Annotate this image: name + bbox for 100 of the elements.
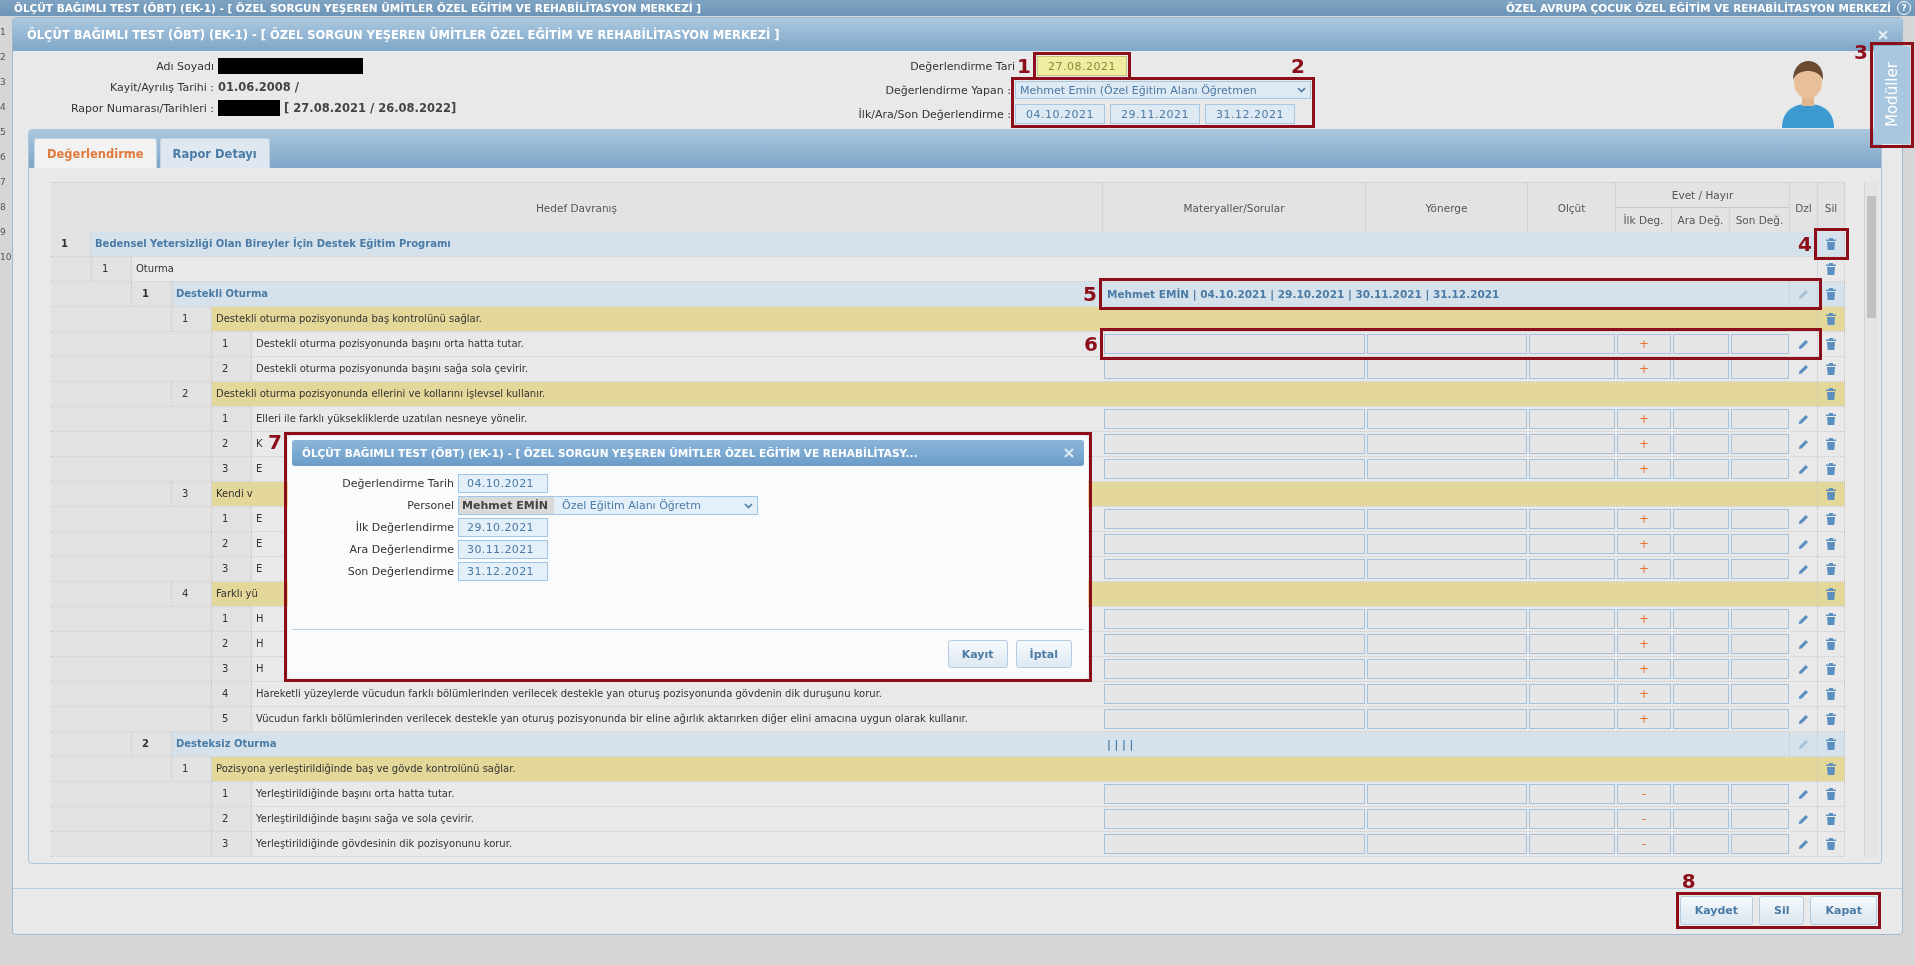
input-field[interactable]	[1367, 334, 1527, 354]
input-field[interactable]	[1104, 509, 1365, 529]
input-field[interactable]	[1367, 684, 1527, 704]
pencil-icon[interactable]	[1798, 463, 1809, 475]
input-field[interactable]	[1367, 434, 1527, 454]
input-field[interactable]	[1529, 684, 1615, 704]
pencil-icon[interactable]	[1798, 713, 1809, 725]
input-field[interactable]	[1529, 634, 1615, 654]
personnel-select[interactable]: Mehmet EMİN Özel Eğitim Alanı Öğretm	[458, 496, 758, 515]
trash-icon[interactable]	[1826, 738, 1836, 750]
scrollbar-thumb[interactable]	[1867, 196, 1876, 318]
pencil-icon[interactable]	[1798, 538, 1809, 550]
date-field[interactable]: 27.08.2021	[1037, 56, 1127, 76]
input-field[interactable]	[1673, 509, 1729, 529]
input-field[interactable]	[1731, 609, 1789, 629]
trash-icon[interactable]	[1826, 713, 1836, 725]
input-field[interactable]	[1731, 659, 1789, 679]
input-field[interactable]	[1529, 834, 1615, 854]
input-field[interactable]	[1529, 434, 1615, 454]
trash-icon[interactable]	[1826, 613, 1836, 625]
answer-toggle[interactable]: +	[1617, 409, 1671, 429]
input-field[interactable]	[1367, 709, 1527, 729]
input-field[interactable]	[1529, 359, 1615, 379]
trash-icon[interactable]	[1826, 538, 1836, 550]
input-field[interactable]	[1529, 509, 1615, 529]
input-field[interactable]	[1104, 684, 1365, 704]
input-field[interactable]	[1367, 559, 1527, 579]
trash-icon[interactable]	[1826, 438, 1836, 450]
input-field[interactable]	[1673, 434, 1729, 454]
input-field[interactable]	[1367, 359, 1527, 379]
input-field[interactable]	[1104, 709, 1365, 729]
input-field[interactable]	[1529, 334, 1615, 354]
pencil-icon[interactable]	[1798, 638, 1809, 650]
input-field[interactable]	[1731, 809, 1789, 829]
answer-toggle[interactable]: -	[1617, 784, 1671, 804]
answer-toggle[interactable]: +	[1617, 634, 1671, 654]
pencil-icon[interactable]	[1798, 513, 1809, 525]
trash-icon[interactable]	[1826, 688, 1836, 700]
trash-icon[interactable]	[1826, 813, 1836, 825]
tab[interactable]: Değerlendirme	[34, 138, 157, 168]
answer-toggle[interactable]: +	[1617, 334, 1671, 354]
trash-icon[interactable]	[1826, 788, 1836, 800]
answer-toggle[interactable]: +	[1617, 434, 1671, 454]
input-field[interactable]	[1104, 434, 1365, 454]
trash-icon[interactable]	[1826, 263, 1836, 275]
trash-icon[interactable]	[1826, 463, 1836, 475]
answer-toggle[interactable]: +	[1617, 559, 1671, 579]
date-field[interactable]: 29.10.2021	[458, 518, 548, 537]
answer-toggle[interactable]: -	[1617, 809, 1671, 829]
trash-icon[interactable]	[1826, 413, 1836, 425]
input-field[interactable]	[1731, 784, 1789, 804]
trash-icon[interactable]	[1826, 763, 1836, 775]
input-field[interactable]	[1529, 609, 1615, 629]
answer-toggle[interactable]: +	[1617, 509, 1671, 529]
pencil-icon[interactable]	[1798, 413, 1809, 425]
input-field[interactable]	[1367, 834, 1527, 854]
input-field[interactable]	[1673, 609, 1729, 629]
input-field[interactable]	[1104, 334, 1365, 354]
input-field[interactable]	[1529, 709, 1615, 729]
input-field[interactable]	[1673, 534, 1729, 554]
trash-icon[interactable]	[1826, 513, 1836, 525]
pencil-icon[interactable]	[1798, 363, 1809, 375]
input-field[interactable]	[1104, 784, 1365, 804]
pencil-icon[interactable]	[1798, 788, 1809, 800]
input-field[interactable]	[1367, 809, 1527, 829]
input-field[interactable]	[1104, 809, 1365, 829]
input-field[interactable]	[1104, 359, 1365, 379]
date-field[interactable]: 31.12.2021	[1204, 104, 1295, 124]
input-field[interactable]	[1673, 809, 1729, 829]
answer-toggle[interactable]: +	[1617, 534, 1671, 554]
input-field[interactable]	[1104, 459, 1365, 479]
evaluator-select[interactable]: Mehmet Emin (Özel Eğitim Alanı Öğretmen	[1015, 81, 1311, 99]
trash-icon[interactable]	[1826, 313, 1836, 325]
answer-toggle[interactable]: +	[1617, 659, 1671, 679]
input-field[interactable]	[1673, 409, 1729, 429]
trash-icon[interactable]	[1826, 488, 1836, 500]
pencil-icon[interactable]	[1798, 738, 1809, 750]
input-field[interactable]	[1529, 784, 1615, 804]
pencil-icon[interactable]	[1798, 663, 1809, 675]
date-field[interactable]: 29.11.2021	[1110, 104, 1200, 124]
trash-icon[interactable]	[1826, 663, 1836, 675]
trash-icon[interactable]	[1826, 563, 1836, 575]
input-field[interactable]	[1731, 434, 1789, 454]
trash-icon[interactable]	[1826, 363, 1836, 375]
input-field[interactable]	[1529, 559, 1615, 579]
input-field[interactable]	[1731, 509, 1789, 529]
answer-toggle[interactable]: +	[1617, 359, 1671, 379]
answer-toggle[interactable]: -	[1617, 834, 1671, 854]
input-field[interactable]	[1731, 634, 1789, 654]
modules-tab[interactable]: Modüller	[1874, 46, 1910, 144]
input-field[interactable]	[1529, 409, 1615, 429]
pencil-icon[interactable]	[1798, 613, 1809, 625]
answer-toggle[interactable]: +	[1617, 609, 1671, 629]
input-field[interactable]	[1367, 509, 1527, 529]
input-field[interactable]	[1673, 559, 1729, 579]
input-field[interactable]	[1529, 534, 1615, 554]
input-field[interactable]	[1673, 634, 1729, 654]
date-field[interactable]: 04.10.2021	[1015, 104, 1105, 124]
input-field[interactable]	[1367, 634, 1527, 654]
input-field[interactable]	[1731, 334, 1789, 354]
